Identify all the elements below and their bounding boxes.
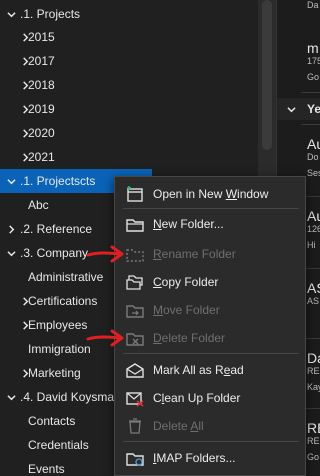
menu-item-move-folder: Move Folder [115, 297, 305, 323]
folder-tree-label: Abc [28, 198, 49, 212]
message-preview: Go [307, 72, 320, 82]
move-folder-icon [125, 301, 145, 319]
message-sender: RE [307, 420, 320, 436]
menu-item-label: Clean Up Folder [153, 391, 241, 405]
menu-item-label: New Folder... [153, 217, 224, 231]
menu-separator [123, 353, 299, 354]
chevron-down-icon[interactable] [6, 176, 16, 186]
folder-tree-item[interactable]: 2017 [0, 49, 258, 73]
menu-item-clean-up-folder[interactable]: Clean Up Folder [115, 385, 305, 411]
delete-folder-icon [125, 329, 145, 347]
menu-item-new-folder[interactable]: New Folder... [115, 211, 305, 237]
message-preview: 175 [307, 56, 320, 66]
folder-tree-label: Administrative [28, 270, 104, 284]
menu-separator [123, 208, 299, 209]
chevron-right-icon[interactable] [6, 224, 16, 234]
annotation-arrow-rename [86, 245, 124, 263]
folder-tree-label: 2015 [28, 30, 55, 44]
folder-tree-label: Credentials [28, 438, 89, 452]
message-separator [301, 92, 320, 93]
menu-separator [123, 441, 299, 442]
message-sender: Au [307, 208, 320, 224]
folder-tree-label: Certifications [28, 294, 98, 308]
message-preview: Go [307, 452, 320, 462]
annotation-arrow-delete [86, 329, 124, 347]
folder-tree-item[interactable]: 2020 [0, 121, 258, 145]
menu-item-label: Open in New Window [153, 187, 269, 201]
delete-all-icon [125, 417, 145, 435]
message-sender: AS [307, 280, 320, 296]
folder-tree-item[interactable]: 2019 [0, 97, 258, 121]
folder-tree-label: 2018 [28, 78, 55, 92]
message-sender: Da [307, 350, 320, 366]
menu-item-label: Delete All [153, 419, 204, 433]
folder-tree-label: .4. David Koysman [20, 390, 121, 404]
scrollbar-thumb[interactable] [262, 0, 272, 150]
folder-tree-label: Contacts [28, 414, 76, 428]
message-preview: 126 [307, 224, 320, 234]
clean-up-folder-icon [125, 389, 145, 407]
folder-tree-label: Employees [28, 318, 88, 332]
new-folder-icon [125, 215, 145, 233]
message-preview: AS [307, 296, 320, 306]
chevron-down-icon[interactable] [6, 392, 16, 402]
open-new-window-icon [125, 185, 145, 203]
message-sender: m [307, 40, 319, 56]
folder-tree-label: Events [28, 462, 65, 476]
folder-tree-label: .3. Company [20, 246, 89, 260]
folder-tree-item[interactable]: 2018 [0, 73, 258, 97]
chevron-down-icon[interactable] [6, 248, 16, 258]
copy-folder-icon [125, 273, 145, 291]
message-preview: Do [307, 152, 319, 162]
message-separator [301, 124, 320, 125]
menu-item-open-new-window[interactable]: Open in New Window [115, 181, 305, 207]
folder-tree-label: Immigration [28, 342, 91, 356]
message-preview: Kay [307, 382, 320, 392]
menu-item-delete-all: Delete All [115, 413, 305, 439]
menu-item-label: Mark All as Read [153, 363, 244, 377]
message-preview: Da [307, 0, 319, 10]
folder-tree-label: 2020 [28, 126, 55, 140]
menu-item-label: Move Folder [153, 303, 220, 317]
message-preview: Hi [307, 240, 316, 250]
menu-item-mark-all-read[interactable]: Mark All as Read [115, 357, 305, 383]
folder-context-menu: Open in New Window New Folder... Rename Fo… [114, 176, 306, 476]
menu-item-copy-folder[interactable]: Copy Folder [115, 269, 305, 295]
imap-folders-icon [125, 449, 145, 467]
menu-item-imap-folders[interactable]: IMAP Folders... [115, 445, 305, 471]
folder-tree-label: 2021 [28, 150, 55, 164]
folder-tree-label: .2. Reference [20, 222, 93, 236]
menu-item-label: IMAP Folders... [153, 451, 236, 465]
menu-item-rename-folder: Rename Folder [115, 241, 305, 267]
message-preview: RE [307, 366, 320, 376]
folder-tree-label: Marketing [28, 366, 81, 380]
menu-item-label: Delete Folder [153, 331, 226, 345]
mark-all-read-icon [125, 361, 145, 379]
chevron-down-icon[interactable] [6, 9, 16, 19]
folder-tree-item[interactable]: 2021 [0, 145, 258, 169]
message-sender: Au [307, 136, 320, 152]
folder-tree-item[interactable]: .1. Projects [0, 2, 258, 26]
folder-tree-label: .1. Projects [20, 7, 81, 21]
rename-folder-icon [125, 245, 145, 263]
folder-tree-label: 2017 [28, 54, 55, 68]
folder-tree-label: 2019 [28, 102, 55, 116]
folder-tree-item[interactable]: 2015 [0, 25, 258, 49]
message-group-label: Ye [307, 102, 320, 116]
message-preview: RE [307, 436, 320, 446]
chevron-down-icon[interactable] [286, 104, 296, 114]
menu-item-label: Copy Folder [153, 275, 219, 289]
menu-item-label: Rename Folder [153, 247, 236, 261]
message-preview: Ses [307, 168, 320, 178]
folder-tree-label: .1. Projectscts [20, 174, 96, 188]
menu-item-delete-folder: Delete Folder [115, 325, 305, 351]
